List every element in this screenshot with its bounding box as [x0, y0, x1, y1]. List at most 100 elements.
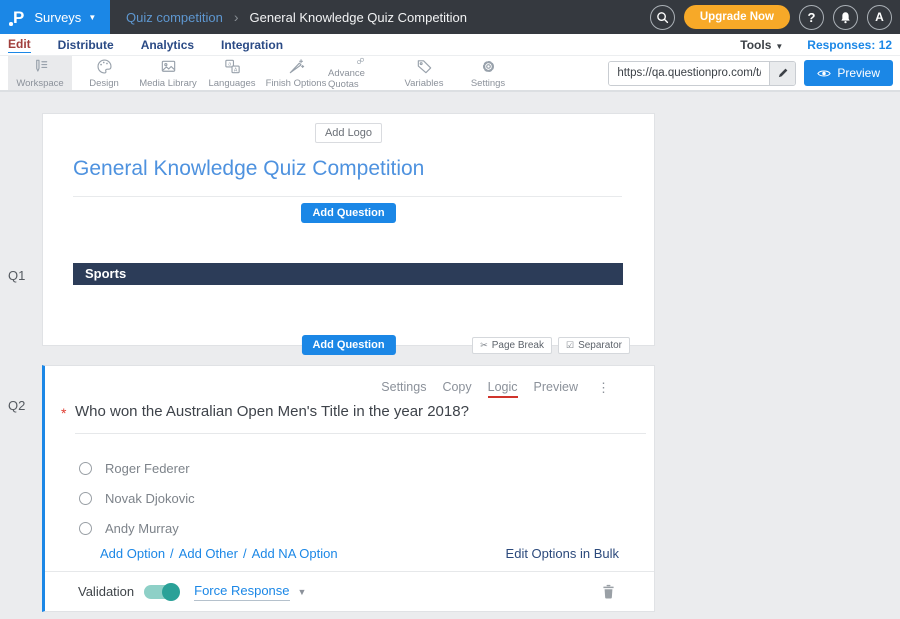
- validation-type-dropdown[interactable]: Force Response: [194, 583, 289, 601]
- edit-options-bulk-link[interactable]: Edit Options in Bulk: [506, 546, 619, 561]
- toolbar-item-finish-options[interactable]: Finish Options: [264, 56, 328, 90]
- question-copy-link[interactable]: Copy: [442, 380, 471, 394]
- delete-question-button[interactable]: [602, 584, 615, 599]
- nav-right: Tools ▼ Responses: 12: [740, 38, 892, 52]
- preview-label: Preview: [837, 66, 880, 80]
- survey-url-input[interactable]: [609, 62, 769, 85]
- option-label[interactable]: Andy Murray: [105, 521, 179, 536]
- option-label[interactable]: Roger Federer: [105, 461, 190, 476]
- toolbar-right: Preview: [608, 56, 900, 90]
- section-header-q1[interactable]: Sports: [73, 263, 623, 285]
- toolbar-item-variables[interactable]: Variables: [392, 56, 456, 90]
- validation-toggle[interactable]: [144, 585, 178, 599]
- between-questions-row: Add Question ✂ Page Break ☑ Separator: [43, 335, 654, 355]
- breadcrumb-parent[interactable]: Quiz competition: [126, 10, 223, 25]
- breadcrumb-separator-icon: ›: [234, 9, 239, 25]
- upgrade-now-button[interactable]: Upgrade Now: [684, 5, 790, 29]
- tab-distribute[interactable]: Distribute: [58, 38, 114, 52]
- radio-button-icon[interactable]: [79, 462, 92, 475]
- answer-options: Roger Federer Novak Djokovic Andy Murray: [79, 453, 195, 543]
- top-header: P Surveys ▼ Quiz competition › General K…: [0, 0, 900, 34]
- question-card-q2: Settings Copy Logic Preview ⋮ * Who won …: [42, 365, 655, 612]
- question-text-row: * Who won the Australian Open Men's Titl…: [45, 403, 646, 434]
- chevron-down-icon: ▼: [298, 587, 307, 597]
- toggle-knob: [162, 583, 180, 601]
- trash-icon: [602, 584, 615, 599]
- toolbar-item-label: Variables: [405, 78, 444, 89]
- question-text[interactable]: Who won the Australian Open Men's Title …: [75, 403, 646, 434]
- pencil-icon: [777, 67, 789, 79]
- section-nav: Edit Distribute Analytics Integration To…: [0, 34, 900, 56]
- question-number-q1: Q1: [8, 268, 25, 283]
- toolbar-item-label: Settings: [471, 78, 505, 89]
- answer-option-row: Roger Federer: [79, 453, 195, 483]
- tag-icon: [415, 57, 434, 76]
- question-preview-link[interactable]: Preview: [534, 380, 578, 394]
- add-question-button[interactable]: Add Question: [301, 335, 395, 355]
- add-other-link[interactable]: Add Other: [179, 546, 238, 561]
- tab-analytics[interactable]: Analytics: [141, 38, 194, 52]
- add-question-row-top: Add Question: [43, 203, 654, 223]
- header-actions: Upgrade Now ? A: [650, 5, 900, 30]
- scissors-icon: ✂: [480, 340, 488, 351]
- breadcrumb: Quiz competition › General Knowledge Qui…: [126, 9, 467, 25]
- palette-icon: [95, 57, 114, 76]
- breadcrumb-current: General Knowledge Quiz Competition: [250, 10, 468, 25]
- question-menu: Settings Copy Logic Preview ⋮: [381, 380, 610, 398]
- search-icon: [656, 11, 669, 24]
- tab-integration[interactable]: Integration: [221, 38, 283, 52]
- page-break-button[interactable]: ✂ Page Break: [472, 337, 552, 354]
- toolbar-item-label: Advance Quotas: [328, 68, 392, 90]
- gear-icon: [479, 57, 498, 76]
- toolbar-item-label: Design: [89, 78, 119, 89]
- tools-label: Tools: [740, 38, 771, 52]
- link-separator: /: [243, 546, 247, 561]
- toolbar-item-media-library[interactable]: Media Library: [136, 56, 200, 90]
- toolbar-item-design[interactable]: Design: [72, 56, 136, 90]
- option-label[interactable]: Novak Djokovic: [105, 491, 195, 506]
- edit-url-button[interactable]: [769, 62, 795, 85]
- question-logic-link[interactable]: Logic: [488, 380, 518, 398]
- search-button[interactable]: [650, 5, 675, 30]
- separator-button[interactable]: ☑ Separator: [558, 337, 630, 354]
- validation-row: Validation Force Response ▼: [45, 571, 654, 611]
- notifications-button[interactable]: [833, 5, 858, 30]
- question-settings-link[interactable]: Settings: [381, 380, 426, 394]
- responses-count[interactable]: Responses: 12: [807, 38, 892, 52]
- question-number-q2: Q2: [8, 398, 25, 413]
- svg-text:a: a: [228, 62, 231, 68]
- add-question-button[interactable]: Add Question: [301, 203, 395, 223]
- toolbar-item-languages[interactable]: a A Languages: [200, 56, 264, 90]
- tab-edit[interactable]: Edit: [8, 37, 31, 53]
- toolbar-item-label: Finish Options: [266, 78, 327, 89]
- add-logo-row: Add Logo: [43, 114, 654, 143]
- account-avatar[interactable]: A: [867, 5, 892, 30]
- more-options-icon[interactable]: ⋮: [597, 380, 610, 396]
- add-na-option-link[interactable]: Add NA Option: [252, 546, 338, 561]
- translate-icon: a A: [223, 57, 242, 76]
- toolbar-item-settings[interactable]: Settings: [456, 56, 520, 90]
- toolbar-item-workspace[interactable]: Workspace: [8, 56, 72, 90]
- add-logo-button[interactable]: Add Logo: [315, 123, 382, 143]
- radio-button-icon[interactable]: [79, 492, 92, 505]
- questionpro-logo-icon: P: [13, 9, 24, 26]
- chevron-down-icon: ▼: [775, 42, 783, 51]
- toolbar-item-advance-quotas[interactable]: Advance Quotas: [328, 56, 392, 90]
- chain-icon: [351, 56, 370, 66]
- radio-button-icon[interactable]: [79, 522, 92, 535]
- help-button[interactable]: ?: [799, 5, 824, 30]
- product-menu[interactable]: P Surveys ▼: [0, 0, 110, 34]
- preview-button[interactable]: Preview: [804, 60, 893, 86]
- link-separator: /: [170, 546, 174, 561]
- survey-canvas: Q1 Q2 Add Logo General Knowledge Quiz Co…: [0, 92, 900, 619]
- answer-option-row: Novak Djokovic: [79, 483, 195, 513]
- survey-title[interactable]: General Knowledge Quiz Competition: [73, 157, 622, 197]
- survey-head-block: Add Logo General Knowledge Quiz Competit…: [42, 113, 655, 346]
- toolbar-item-label: Workspace: [16, 78, 63, 89]
- toolbar-item-label: Media Library: [139, 78, 197, 89]
- checkbox-icon: ☑: [566, 340, 574, 351]
- tools-menu[interactable]: Tools ▼: [740, 38, 783, 52]
- page-break-label: Page Break: [492, 340, 544, 351]
- bell-icon: [839, 11, 852, 24]
- add-option-link[interactable]: Add Option: [100, 546, 165, 561]
